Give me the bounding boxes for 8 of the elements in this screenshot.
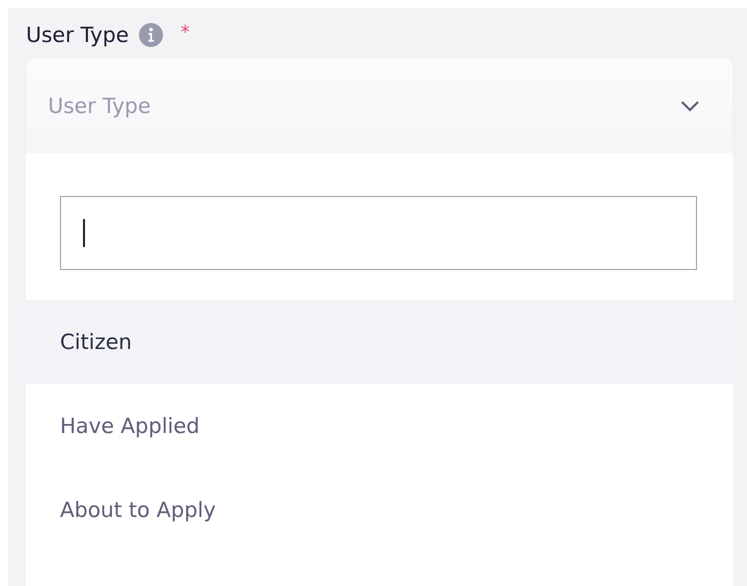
dropdown-option[interactable]: About to Apply [26,468,733,552]
field-label: User Type [26,23,129,47]
search-field[interactable] [60,196,697,270]
dropdown-option[interactable]: Have Applied [26,384,733,468]
select-placeholder: User Type [48,94,151,118]
info-icon[interactable] [138,23,163,47]
dropdown-option[interactable]: Citizen [26,300,733,384]
required-mark: * [180,22,190,43]
